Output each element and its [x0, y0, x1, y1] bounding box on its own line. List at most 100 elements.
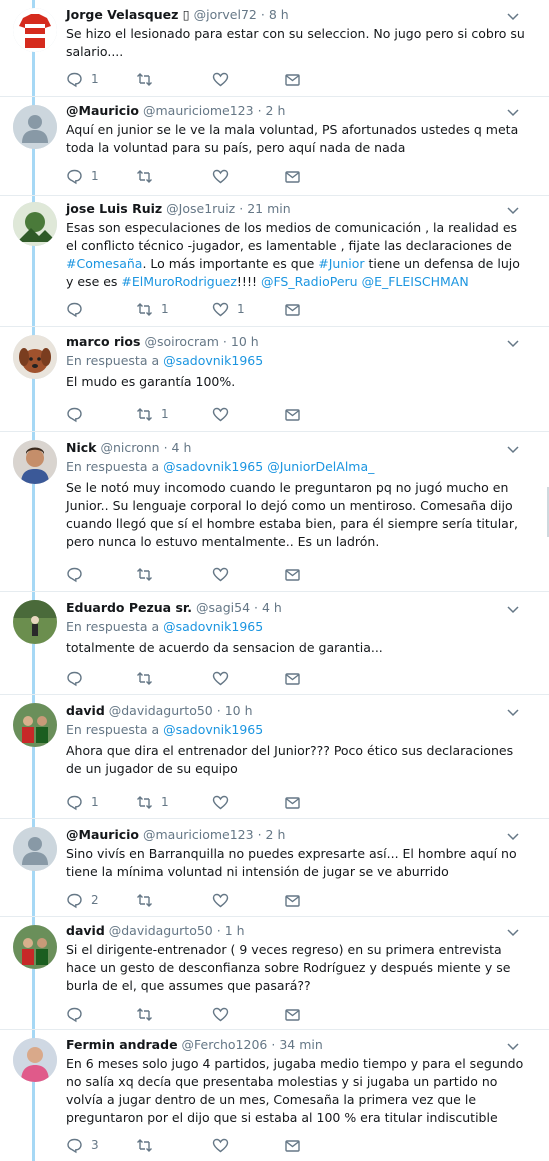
- author-handle[interactable]: @soirocram: [144, 334, 219, 349]
- retweet-button[interactable]: [136, 167, 161, 185]
- chevron-down-icon[interactable]: [507, 106, 519, 118]
- author-handle[interactable]: @davidagurto50: [109, 703, 213, 718]
- like-button[interactable]: 1: [212, 300, 245, 318]
- like-button[interactable]: [212, 891, 237, 909]
- author-handle[interactable]: @Fercho1206: [182, 1037, 268, 1052]
- reply-button[interactable]: 1: [66, 70, 99, 88]
- like-button[interactable]: [212, 405, 237, 423]
- mention-link[interactable]: @JuniorDelAlma_: [267, 459, 374, 474]
- author-handle[interactable]: @Jose1ruiz: [166, 201, 235, 216]
- chevron-down-icon[interactable]: [507, 443, 519, 455]
- author-name[interactable]: Eduardo Pezua sr.: [66, 600, 192, 615]
- tweet[interactable]: Fermin andrade @Fercho1206 · 34 min En 6…: [0, 1030, 549, 1161]
- chevron-down-icon[interactable]: [507, 204, 519, 216]
- retweet-button[interactable]: [136, 1005, 161, 1023]
- direct-message-button[interactable]: [284, 669, 301, 687]
- author-name[interactable]: Jorge Velasquez ▯: [66, 7, 190, 22]
- avatar[interactable]: [13, 600, 57, 644]
- timestamp[interactable]: 1 h: [225, 923, 245, 938]
- direct-message-button[interactable]: [284, 891, 301, 909]
- avatar[interactable]: [13, 335, 57, 379]
- avatar[interactable]: [13, 8, 57, 52]
- avatar[interactable]: [13, 703, 57, 747]
- author-name[interactable]: Fermin andrade: [66, 1037, 178, 1052]
- tweet[interactable]: @Mauricio @mauriciome123 · 2 h Aquí en j…: [0, 97, 549, 195]
- avatar[interactable]: [13, 440, 57, 484]
- direct-message-button[interactable]: [284, 565, 301, 583]
- direct-message-button[interactable]: [284, 793, 301, 811]
- tweet[interactable]: david @davidagurto50 · 1 h Si el dirigen…: [0, 917, 549, 1029]
- timestamp[interactable]: 2 h: [266, 103, 286, 118]
- avatar[interactable]: [13, 925, 57, 969]
- retweet-button[interactable]: [136, 70, 161, 88]
- author-handle[interactable]: @davidagurto50: [109, 923, 213, 938]
- chevron-down-icon[interactable]: [507, 926, 519, 938]
- retweet-button[interactable]: [136, 565, 161, 583]
- reply-button[interactable]: [66, 1005, 91, 1023]
- reply-button[interactable]: [66, 565, 91, 583]
- hashtag-link[interactable]: #ElMuroRodriguez: [121, 274, 237, 289]
- author-handle[interactable]: @mauriciome123: [143, 103, 254, 118]
- chevron-down-icon[interactable]: [507, 10, 519, 22]
- like-button[interactable]: [212, 1136, 237, 1154]
- avatar[interactable]: [13, 1038, 57, 1082]
- mention-link[interactable]: @sadovnik1965: [163, 619, 263, 634]
- mention-link[interactable]: @E_FLEISCHMAN: [362, 274, 469, 289]
- direct-message-button[interactable]: [284, 1005, 301, 1023]
- author-handle[interactable]: @nicronn: [100, 440, 159, 455]
- like-button[interactable]: [212, 669, 237, 687]
- tweet[interactable]: marco rios @soirocram · 10 h En respuest…: [0, 327, 549, 431]
- like-button[interactable]: [212, 1005, 237, 1023]
- reply-button[interactable]: 1: [66, 167, 99, 185]
- timestamp[interactable]: 10 h: [225, 703, 253, 718]
- tweet[interactable]: @Mauricio @mauriciome123 · 2 h Sino viví…: [0, 819, 549, 916]
- chevron-down-icon[interactable]: [507, 1040, 519, 1052]
- tweet[interactable]: Eduardo Pezua sr. @sagi54 · 4 h En respu…: [0, 592, 549, 694]
- timestamp[interactable]: 34 min: [279, 1037, 322, 1052]
- mention-link[interactable]: @FS_RadioPeru: [261, 274, 358, 289]
- retweet-button[interactable]: 1: [136, 300, 169, 318]
- avatar[interactable]: [13, 202, 57, 246]
- author-name[interactable]: marco rios: [66, 334, 140, 349]
- timestamp[interactable]: 8 h: [269, 7, 289, 22]
- hashtag-link[interactable]: #Comesaña: [66, 256, 142, 271]
- direct-message-button[interactable]: [284, 300, 301, 318]
- direct-message-button[interactable]: [284, 70, 301, 88]
- timestamp[interactable]: 4 h: [262, 600, 282, 615]
- author-name[interactable]: david: [66, 703, 105, 718]
- tweet[interactable]: Jorge Velasquez ▯ @jorvel72 · 8 h Se hiz…: [0, 0, 549, 96]
- author-name[interactable]: jose Luis Ruiz: [66, 201, 162, 216]
- author-handle[interactable]: @jorvel72: [194, 7, 257, 22]
- author-handle[interactable]: @sagi54: [196, 600, 250, 615]
- timestamp[interactable]: 10 h: [231, 334, 259, 349]
- mention-link[interactable]: @sadovnik1965: [163, 353, 263, 368]
- avatar[interactable]: [13, 827, 57, 871]
- reply-button[interactable]: 3: [66, 1136, 99, 1154]
- tweet[interactable]: david @davidagurto50 · 10 h En respuesta…: [0, 695, 549, 818]
- retweet-button[interactable]: 1: [136, 405, 169, 423]
- author-name[interactable]: Nick: [66, 440, 96, 455]
- reply-button[interactable]: [66, 405, 91, 423]
- reply-button[interactable]: [66, 669, 91, 687]
- like-button[interactable]: [212, 167, 237, 185]
- tweet[interactable]: jose Luis Ruiz @Jose1ruiz · 21 min Esas …: [0, 196, 549, 326]
- tweet[interactable]: Nick @nicronn · 4 h En respuesta a @sado…: [0, 432, 549, 591]
- timestamp[interactable]: 21 min: [247, 201, 290, 216]
- reply-button[interactable]: 2: [66, 891, 99, 909]
- chevron-down-icon[interactable]: [507, 706, 519, 718]
- like-button[interactable]: [212, 70, 237, 88]
- chevron-down-icon[interactable]: [507, 337, 519, 349]
- like-button[interactable]: [212, 565, 237, 583]
- retweet-button[interactable]: [136, 1136, 161, 1154]
- timestamp[interactable]: 2 h: [266, 827, 286, 842]
- direct-message-button[interactable]: [284, 405, 301, 423]
- author-name[interactable]: @Mauricio: [66, 827, 139, 842]
- retweet-button[interactable]: [136, 891, 161, 909]
- direct-message-button[interactable]: [284, 167, 301, 185]
- author-name[interactable]: david: [66, 923, 105, 938]
- chevron-down-icon[interactable]: [507, 830, 519, 842]
- chevron-down-icon[interactable]: [507, 603, 519, 615]
- timestamp[interactable]: 4 h: [172, 440, 192, 455]
- author-name[interactable]: @Mauricio: [66, 103, 139, 118]
- mention-link[interactable]: @sadovnik1965: [163, 722, 263, 737]
